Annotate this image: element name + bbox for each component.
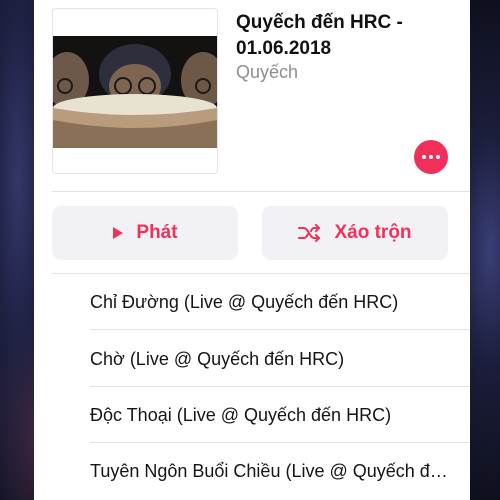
album-artwork-image [53,36,217,148]
artist-name[interactable]: Quyếch [236,62,298,83]
shuffle-button-label: Xáo trộn [334,222,412,243]
album-artwork[interactable] [52,8,218,174]
track-title: Tuyên Ngôn Buổi Chiều (Live @ Quyếch đến… [90,460,456,481]
track-title: Chờ (Live @ Quyếch đến HRC) [90,348,345,369]
ellipsis-icon-dot [436,155,440,159]
album-title: Quyếch đến HRC - 01.06.2018 [236,12,403,59]
track-divider [90,329,470,330]
shuffle-icon [298,224,322,242]
play-icon [112,226,124,240]
track-title: Độc Thoại (Live @ Quyếch đến HRC) [90,404,392,425]
album-detail-sheet: Quyếch đến HRC - 01.06.2018 Quyếch Phát … [34,0,470,500]
play-button[interactable]: Phát [52,206,238,260]
header-divider [52,191,470,192]
track-row[interactable]: Chờ (Live @ Quyếch đến HRC) [90,331,470,387]
more-options-button[interactable] [414,140,448,174]
track-row[interactable]: Độc Thoại (Live @ Quyếch đến HRC) [90,387,470,443]
track-title: Chỉ Đường (Live @ Quyếch đến HRC) [90,291,399,312]
play-button-label: Phát [136,222,178,243]
shuffle-button[interactable]: Xáo trộn [262,206,448,260]
track-row[interactable]: Chỉ Đường (Live @ Quyếch đến HRC) [90,274,470,330]
ellipsis-icon-dot [429,155,433,159]
ellipsis-icon [422,155,426,159]
track-row[interactable]: Tuyên Ngôn Buổi Chiều (Live @ Quyếch đến… [90,443,470,499]
